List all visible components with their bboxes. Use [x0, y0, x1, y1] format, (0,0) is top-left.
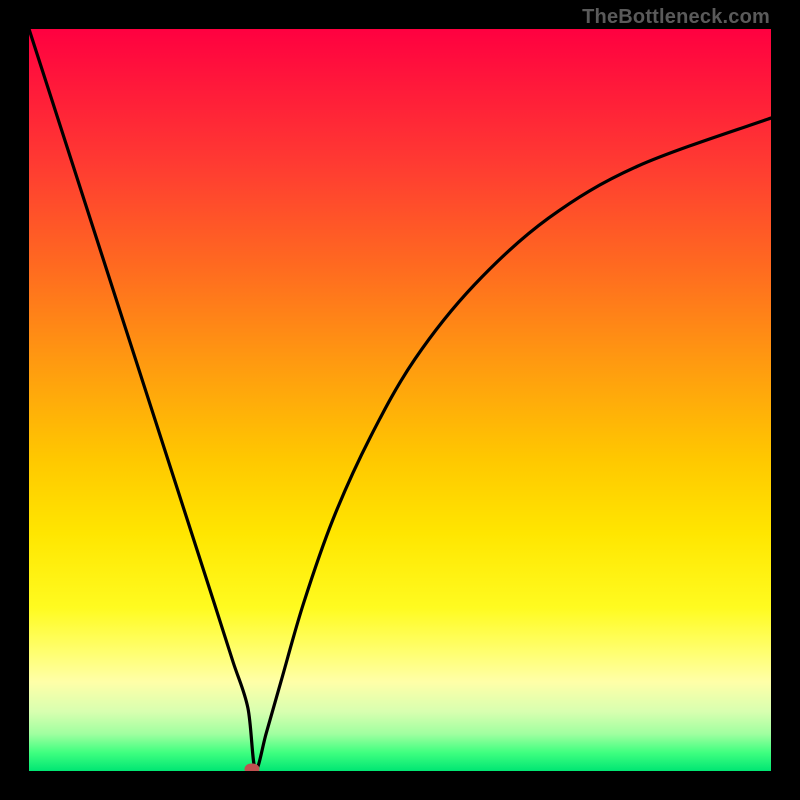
optimal-point-marker — [244, 763, 259, 771]
bottleneck-curve — [29, 29, 771, 771]
chart-frame: TheBottleneck.com — [0, 0, 800, 800]
watermark-text: TheBottleneck.com — [582, 6, 770, 29]
plot-area — [29, 29, 771, 771]
